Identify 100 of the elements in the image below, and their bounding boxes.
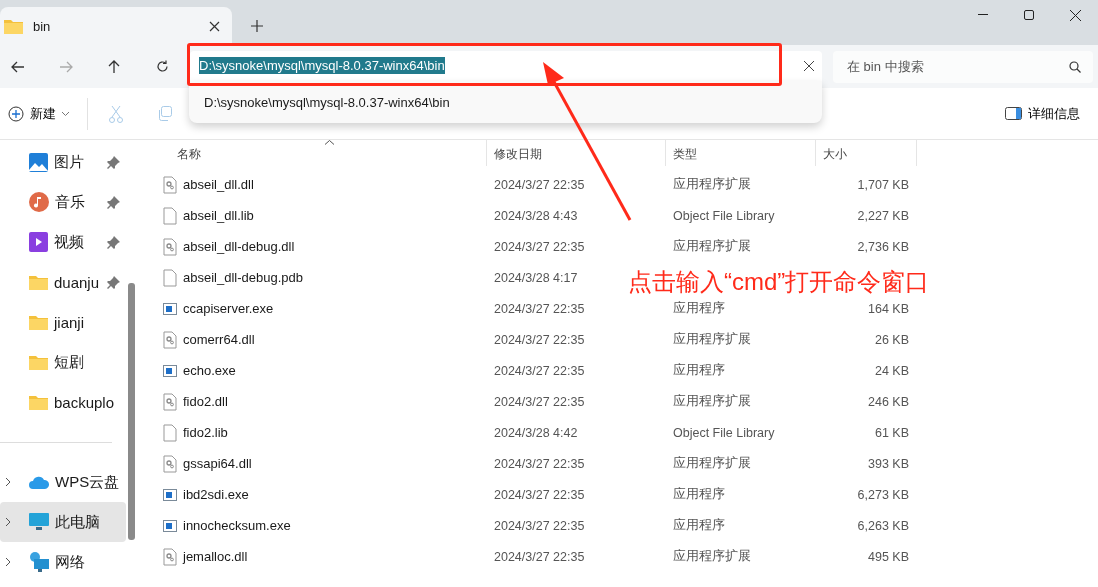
size-cell-text: 6,263 KB xyxy=(856,518,910,533)
file-name-cell[interactable]: jemalloc.dll xyxy=(145,547,487,566)
date-cell: 2024/3/27 22:35 xyxy=(494,177,585,192)
close-tab-icon[interactable] xyxy=(209,20,220,32)
type-cell: 应用程序 xyxy=(673,517,725,534)
size-cell-text: 24 KB xyxy=(873,363,910,378)
sidebar-item[interactable]: 短剧 xyxy=(0,342,126,382)
gear-file-icon xyxy=(163,547,177,566)
video-icon xyxy=(29,232,48,252)
folder-icon xyxy=(29,274,48,290)
blank-file-icon xyxy=(163,423,177,442)
monitor-icon xyxy=(29,513,49,531)
file-name-cell[interactable]: fido2.lib xyxy=(145,423,487,442)
details-pane-icon xyxy=(1005,107,1022,120)
plus-circle-icon xyxy=(8,105,24,122)
file-name: comerr64.dll xyxy=(183,332,255,347)
sidebar-item[interactable]: duanju xyxy=(0,262,126,302)
folder-icon xyxy=(4,18,23,34)
file-name: fido2.dll xyxy=(183,394,228,409)
date-cell: 2024/3/27 22:35 xyxy=(494,394,585,409)
file-name-cell[interactable]: comerr64.dll xyxy=(145,330,487,349)
file-name-cell[interactable]: abseil_dll.dll xyxy=(145,175,487,194)
size-cell-text: 246 KB xyxy=(867,394,910,409)
file-name-cell[interactable]: ibd2sdi.exe xyxy=(145,487,487,502)
type-cell: Object File Library xyxy=(673,425,775,440)
column-header[interactable]: 大小 xyxy=(816,140,917,166)
file-name-cell[interactable]: ccapiserver.exe xyxy=(145,301,487,316)
file-name-cell[interactable]: abseil_dll.lib xyxy=(145,206,487,225)
file-name-cell[interactable]: innochecksum.exe xyxy=(145,518,487,533)
file-name: echo.exe xyxy=(183,363,236,378)
sidebar-item[interactable]: 音乐 xyxy=(0,182,126,222)
type-cell: 应用程序扩展 xyxy=(673,238,751,255)
date-cell: 2024/3/28 4:43 xyxy=(494,208,578,223)
size-cell-text: 393 KB xyxy=(867,456,910,471)
gear-file-icon xyxy=(163,330,177,349)
network-icon xyxy=(29,552,49,572)
date-cell: 2024/3/27 22:35 xyxy=(494,332,585,347)
file-name: innochecksum.exe xyxy=(183,518,291,533)
file-name-cell[interactable]: echo.exe xyxy=(145,363,487,378)
suggestion-item[interactable]: D:\sysnoke\mysql\mysql-8.0.37-winx64\bin xyxy=(204,94,450,110)
program-file-icon xyxy=(163,363,177,378)
type-cell: Object File Library xyxy=(673,208,775,223)
address-field[interactable]: D:\sysnoke\mysql\mysql-8.0.37-winx64\bin xyxy=(190,50,822,83)
size-cell-text: 6,273 KB xyxy=(856,487,910,502)
date-cell: 2024/3/27 22:35 xyxy=(494,549,585,564)
file-name: fido2.lib xyxy=(183,425,228,440)
sidebar-item[interactable]: 图片 xyxy=(0,142,126,182)
sidebar-item[interactable]: 网络 xyxy=(0,542,126,582)
blank-file-icon xyxy=(163,268,177,287)
clear-icon[interactable] xyxy=(804,60,814,71)
cloud-icon xyxy=(29,475,49,489)
scrollbar[interactable] xyxy=(128,283,135,540)
file-name: abseil_dll.lib xyxy=(183,208,254,223)
size-cell-text: 1,707 KB xyxy=(856,177,910,192)
music-icon xyxy=(29,192,49,212)
sidebar-item[interactable]: 视频 xyxy=(0,222,126,262)
gear-file-icon xyxy=(163,392,177,411)
column-header[interactable]: 名称 xyxy=(145,140,487,166)
size-cell-text: 495 KB xyxy=(867,549,910,564)
size-cell-text: 2,227 KB xyxy=(856,208,910,223)
file-name: abseil_dll.dll xyxy=(183,177,254,192)
file-name-cell[interactable]: gssapi64.dll xyxy=(145,454,487,473)
search-field[interactable]: 在 bin 中搜索 xyxy=(833,50,1093,83)
date-cell: 2024/3/27 22:35 xyxy=(494,239,585,254)
chevron-icon[interactable] xyxy=(5,477,11,487)
file-name-cell[interactable]: abseil_dll-debug.dll xyxy=(145,237,487,256)
search-icon xyxy=(1069,60,1081,73)
sidebar-item[interactable]: jianji xyxy=(0,302,126,342)
date-cell: 2024/3/27 22:35 xyxy=(494,487,585,502)
date-cell: 2024/3/27 22:35 xyxy=(494,518,585,533)
picture-icon xyxy=(29,152,48,172)
type-cell: 应用程序 xyxy=(673,486,725,503)
column-header[interactable]: 类型 xyxy=(666,140,816,166)
new-button[interactable]: 新建 xyxy=(8,97,77,130)
gear-file-icon xyxy=(163,175,177,194)
blank-file-icon xyxy=(163,206,177,225)
type-cell: 应用程序扩展 xyxy=(673,393,751,410)
type-cell: 应用程序扩展 xyxy=(673,455,751,472)
date-cell: 2024/3/28 4:42 xyxy=(494,425,578,440)
folder-icon xyxy=(29,354,48,370)
file-name-cell[interactable]: fido2.dll xyxy=(145,392,487,411)
program-file-icon xyxy=(163,301,177,316)
folder-tab[interactable]: bin xyxy=(0,7,232,45)
sort-icon[interactable] xyxy=(325,140,334,145)
size-cell-text: 164 KB xyxy=(867,301,910,316)
chevron-icon[interactable] xyxy=(5,557,11,567)
date-cell: 2024/3/27 22:35 xyxy=(494,363,585,378)
date-cell: 2024/3/28 4:17 xyxy=(494,270,578,285)
program-file-icon xyxy=(163,487,177,502)
file-name: abseil_dll-debug.dll xyxy=(183,239,295,254)
file-name-cell[interactable]: abseil_dll-debug.pdb xyxy=(145,268,487,287)
sidebar-item[interactable]: backuplo xyxy=(0,382,126,422)
caret-icon xyxy=(62,111,69,116)
sidebar-item[interactable]: 此电脑 xyxy=(0,502,126,542)
column-header[interactable]: 修改日期 xyxy=(487,140,666,166)
program-file-icon xyxy=(163,518,177,533)
sidebar-item[interactable]: WPS云盘 xyxy=(0,462,126,502)
chevron-icon[interactable] xyxy=(5,517,11,527)
details-button[interactable]: 详细信息 xyxy=(1005,97,1088,130)
file-name: abseil_dll-debug.pdb xyxy=(183,270,303,285)
